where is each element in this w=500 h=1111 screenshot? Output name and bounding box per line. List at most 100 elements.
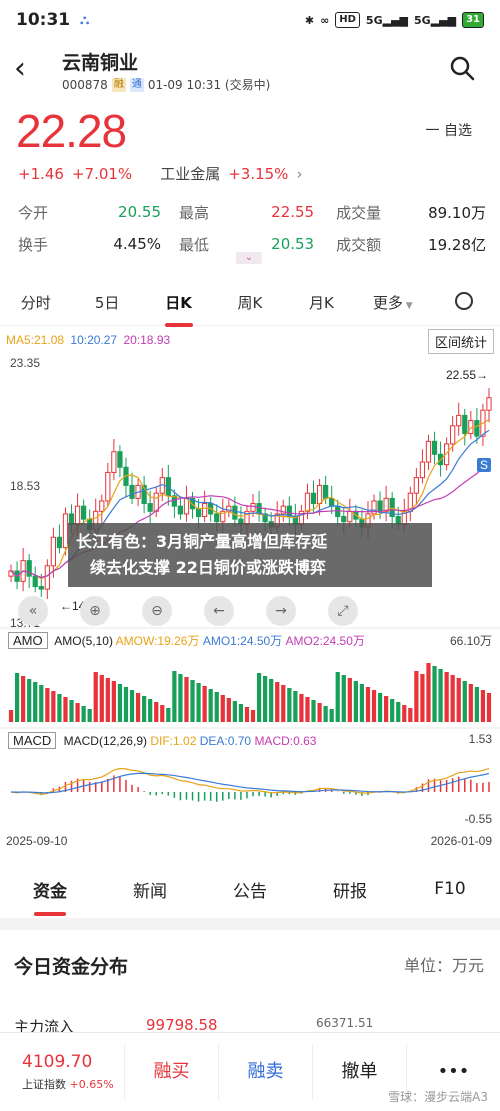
amo-bar: [154, 702, 159, 722]
amo-indicator-selector[interactable]: AMO: [8, 632, 48, 649]
pan-right-icon[interactable]: →: [266, 596, 296, 626]
tab-research[interactable]: 研报: [300, 877, 400, 902]
y-axis-high: 23.35: [10, 356, 41, 370]
overlay-line-2: 续去化支撑 22日铜价或涨跌博弈: [90, 558, 326, 577]
gear-icon: [455, 291, 474, 310]
amo-bar: [111, 681, 116, 722]
candle-body: [99, 500, 105, 512]
chart-controls: « ⊕ ⊖ ← → ⤢: [18, 596, 358, 626]
tab-weekly-k[interactable]: 周K: [214, 292, 285, 313]
status-time: 10:31: [16, 10, 71, 30]
amo-bar: [166, 708, 171, 722]
fund-unit: 单位：万元: [403, 956, 484, 975]
dea-line: [11, 772, 490, 794]
rewind-icon[interactable]: «: [18, 596, 48, 626]
amo-bar: [371, 690, 377, 722]
tab-daily-k[interactable]: 日K: [143, 292, 214, 327]
amo-bar: [432, 666, 437, 722]
sell-signal-badge[interactable]: S: [477, 458, 492, 472]
tab-more[interactable]: 更多 ▼: [357, 292, 428, 313]
candle-body: [62, 513, 69, 549]
candle-body: [377, 500, 383, 512]
amo-bar: [305, 697, 310, 722]
pan-left-icon[interactable]: ←: [204, 596, 234, 626]
stat-label: 换手: [18, 235, 49, 254]
amo-bar: [353, 681, 358, 722]
kline-chart[interactable]: [0, 326, 500, 856]
amo-bar: [160, 705, 165, 722]
chevron-right-icon[interactable]: ›: [296, 165, 302, 183]
tab-f10[interactable]: F10: [400, 879, 500, 899]
quote-stats: 今开 20.55 最高 22.55 成交量 89.10万 换手 4.45% 最低…: [18, 196, 486, 260]
zoom-out-icon[interactable]: ⊖: [142, 596, 172, 626]
macd-ymax: 1.53: [468, 732, 492, 746]
amo-bar: [329, 709, 334, 722]
tab-funds[interactable]: 资金: [0, 877, 100, 916]
kline-chart-area[interactable]: MA5:21.08 10:20.27 20:18.93 区间统计 23.35 1…: [0, 326, 500, 856]
candle-body: [147, 503, 153, 512]
stat-label: 成交额: [336, 235, 382, 254]
add-watchlist-button[interactable]: 一 自选: [426, 120, 472, 140]
amo-bar: [123, 687, 129, 722]
info-tabs: 资金 新闻 公告 研报 F10: [0, 866, 500, 916]
candle-body: [474, 420, 480, 437]
amo-bar: [117, 684, 123, 722]
tab-monthly-k[interactable]: 月K: [286, 292, 357, 313]
candle-body: [329, 497, 335, 507]
trade-datetime: 01-09 10:31 (交易中): [147, 78, 271, 92]
amo-bar: [21, 676, 26, 722]
macd-legend: MACD MACD(12,26,9) DIF:1.02 DEA:0.70 MAC…: [8, 732, 316, 749]
ma20-label: 20:18.93: [123, 333, 171, 347]
stock-header: ‹ 云南铜业 000878 融 通 01-09 10:31 (交易中): [0, 40, 500, 102]
amo-params: AMO(5,10): [54, 634, 113, 648]
tab-intraday[interactable]: 分时: [0, 292, 71, 313]
zoom-in-icon[interactable]: ⊕: [80, 596, 110, 626]
sector-name[interactable]: 工业金属: [160, 163, 220, 184]
candle-body: [486, 397, 492, 411]
sector-pct[interactable]: +3.15%: [228, 165, 288, 183]
tab-more-label: 更多: [372, 294, 403, 312]
amo-bar: [426, 663, 431, 722]
index-ticker[interactable]: 4109.70 上证指数 +0.65%: [0, 1052, 124, 1092]
amo-bar: [75, 703, 80, 722]
tab-5day[interactable]: 5日: [71, 292, 142, 313]
amo-ymax: 66.10万: [449, 634, 492, 648]
fullscreen-icon[interactable]: ⤢: [328, 596, 358, 626]
stat-label: 成交量: [336, 203, 382, 222]
candle-body: [50, 536, 56, 567]
candle-body: [462, 414, 468, 435]
ma10-label: 10:20.27: [70, 333, 118, 347]
stat-value: 22.55: [271, 203, 315, 221]
battery-icon: 31: [462, 12, 484, 28]
search-icon[interactable]: [448, 54, 476, 82]
chart-settings-button[interactable]: [429, 291, 500, 314]
amo-bar: [420, 674, 425, 722]
bluetooth-icon: ✱: [304, 13, 315, 27]
tab-announcements[interactable]: 公告: [200, 877, 300, 902]
candle-body: [232, 505, 238, 520]
watermark: 雪球：漫步云端A3: [388, 1090, 488, 1104]
amo-bar: [317, 703, 322, 722]
back-arrow-icon[interactable]: ‹: [14, 54, 26, 84]
amo-bar: [444, 672, 449, 722]
dea-value: DEA:0.70: [199, 734, 252, 748]
tab-news[interactable]: 新闻: [100, 877, 200, 902]
stock-name: 云南铜业: [62, 52, 139, 74]
amo-bar: [178, 674, 183, 722]
amo-bar: [390, 699, 395, 722]
news-headline-overlay[interactable]: 长江有色：3月铜产量高增但库存延 续去化支撑 22日铜价或涨跌博弈: [68, 523, 432, 587]
expand-chevron-icon[interactable]: ⌄: [236, 252, 262, 264]
margin-sell-button[interactable]: 融卖: [218, 1044, 312, 1100]
macd-indicator-selector[interactable]: MACD: [8, 732, 57, 749]
amo-bar: [480, 690, 486, 722]
margin-buy-button[interactable]: 融买: [124, 1044, 218, 1100]
candle-body: [280, 505, 286, 515]
ma-legend: MA5:21.08 10:20.27 20:18.93: [6, 333, 170, 347]
amo-bar: [450, 675, 455, 722]
amo-bar: [269, 679, 274, 722]
amo-bar: [81, 706, 86, 722]
stat-value: 89.10万: [428, 203, 487, 222]
interval-stats-button[interactable]: 区间统计: [427, 329, 494, 354]
max-price-label: 22.55→: [446, 368, 489, 382]
price-change-pct: +7.01%: [71, 164, 133, 183]
